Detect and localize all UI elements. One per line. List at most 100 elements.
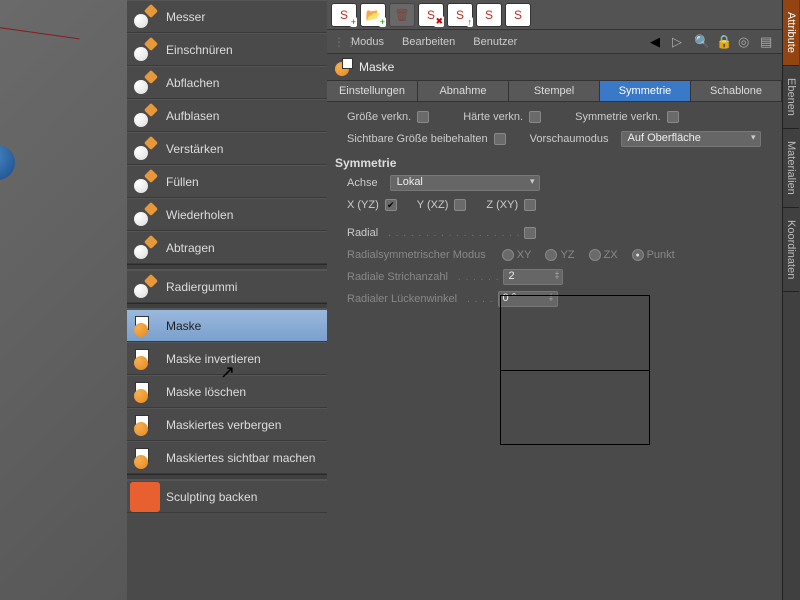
- dots: . . . .: [467, 294, 493, 305]
- tool-label: Verstärken: [166, 142, 223, 156]
- checkbox-y-xz[interactable]: [454, 199, 466, 211]
- tool-label: Aufblasen: [166, 109, 219, 123]
- dots: . . . . . . . . . . . . . . . . . .: [388, 228, 520, 239]
- tag-s1-button[interactable]: S: [476, 3, 502, 27]
- radio-yz: [545, 249, 557, 261]
- select-vorschaumodus[interactable]: Auf Oberfläche: [621, 131, 761, 147]
- side-tab-attribute[interactable]: Attribute: [783, 0, 799, 66]
- new-tag-button[interactable]: S+: [331, 3, 357, 27]
- tool-verstaerken[interactable]: Verstärken: [127, 132, 327, 165]
- tool-label: Maske löschen: [166, 385, 246, 399]
- label-achse: Achse: [347, 177, 378, 189]
- section-symmetrie: Symmetrie: [335, 156, 774, 170]
- checkbox-haerte-verkn[interactable]: [529, 111, 541, 123]
- tool-einschnueren[interactable]: Einschnüren: [127, 33, 327, 66]
- tab-symmetrie[interactable]: Symmetrie: [600, 81, 691, 101]
- select-achse[interactable]: Lokal: [390, 175, 540, 191]
- forward-icon[interactable]: ▷: [672, 34, 688, 50]
- label-vorschaumodus: Vorschaumodus: [530, 133, 609, 145]
- tool-label: Einschnüren: [166, 43, 233, 57]
- label-lueckenwinkel: Radialer Lückenwinkel: [347, 293, 457, 305]
- lock-icon[interactable]: 🔒: [716, 34, 732, 50]
- tool-abtragen[interactable]: Abtragen: [127, 231, 327, 264]
- tool-label: Radiergummi: [166, 280, 237, 294]
- search-icon[interactable]: 🔍: [694, 34, 710, 50]
- attribute-tabs: Einstellungen Abnahme Stempel Symmetrie …: [327, 80, 782, 102]
- grip-icon: ⋮⋮: [333, 35, 343, 49]
- tool-fuellen[interactable]: Füllen: [127, 165, 327, 198]
- sculpt-tools-panel: Messer Einschnüren Abflachen Aufblasen V…: [127, 0, 327, 600]
- label-symmetrie-verkn: Symmetrie verkn.: [575, 111, 661, 123]
- checkbox-groesse-verkn[interactable]: [417, 111, 429, 123]
- tool-eraser[interactable]: Radiergummi: [127, 270, 327, 303]
- cursor-icon: [220, 362, 234, 380]
- side-tab-ebenen[interactable]: Ebenen: [783, 66, 799, 129]
- tool-label: Füllen: [166, 175, 199, 189]
- tool-label: Messer: [166, 10, 205, 24]
- tool-label: Wiederholen: [166, 208, 233, 222]
- label-rad-punkt: Punkt: [647, 249, 675, 261]
- tool-label: Maskiertes sichtbar machen: [166, 451, 315, 465]
- label-strichzahl: Radiale Strichanzahl: [347, 271, 448, 283]
- menu-benutzer[interactable]: Benutzer: [473, 36, 517, 48]
- tool-maske[interactable]: Maske: [127, 309, 327, 342]
- checkbox-radial[interactable]: [524, 227, 536, 239]
- radio-xy: [502, 249, 514, 261]
- tag-up-button[interactable]: S↑: [447, 3, 473, 27]
- menu-bearbeiten[interactable]: Bearbeiten: [402, 36, 455, 48]
- checkbox-symmetrie-verkn[interactable]: [667, 111, 679, 123]
- object-header: Maske: [327, 54, 782, 80]
- tab-einstellungen[interactable]: Einstellungen: [327, 81, 418, 101]
- tool-label: Maskiertes verbergen: [166, 418, 281, 432]
- tab-stempel[interactable]: Stempel: [509, 81, 600, 101]
- tag-s2-button[interactable]: S: [505, 3, 531, 27]
- label-rad-yz: YZ: [560, 249, 574, 261]
- viewport-3d[interactable]: [0, 0, 127, 600]
- tab-abnahme[interactable]: Abnahme: [418, 81, 509, 101]
- dots: . . . . . .: [458, 272, 500, 283]
- tab-schablone[interactable]: Schablone: [691, 81, 782, 101]
- tool-wiederholen[interactable]: Wiederholen: [127, 198, 327, 231]
- side-tabs: Attribute Ebenen Materialien Koordinaten: [782, 0, 800, 600]
- side-tab-materialien[interactable]: Materialien: [783, 129, 799, 208]
- label-radial-modus: Radialsymmetrischer Modus: [347, 249, 486, 261]
- mode-bar: ⋮⋮ Modus Bearbeiten Benutzer ◀ ▷ 🔍 🔒 ◎ ▤: [327, 30, 782, 54]
- checkbox-x-yz[interactable]: [385, 199, 397, 211]
- target-icon[interactable]: ◎: [738, 34, 754, 50]
- icon-toolbar: S+ 📂+ 🗑 S✖ S↑ S S: [327, 0, 782, 30]
- label-y-xz: Y (XZ): [417, 199, 449, 211]
- open-button[interactable]: 📂+: [360, 3, 386, 27]
- checkbox-sichtbare-groesse[interactable]: [494, 133, 506, 145]
- side-tab-koordinaten[interactable]: Koordinaten: [783, 208, 799, 292]
- radio-punkt: [632, 249, 644, 261]
- radio-zx: [589, 249, 601, 261]
- label-sichtbare-groesse: Sichtbare Größe beibehalten: [347, 133, 488, 145]
- tool-label: Abtragen: [166, 241, 215, 255]
- input-strichzahl[interactable]: 2: [503, 269, 563, 285]
- remove-tag-button[interactable]: S✖: [418, 3, 444, 27]
- tool-abflachen[interactable]: Abflachen: [127, 66, 327, 99]
- delete-button: 🗑: [389, 3, 415, 27]
- tool-aufblasen[interactable]: Aufblasen: [127, 99, 327, 132]
- tool-label: Maske: [166, 319, 201, 333]
- label-rad-zx: ZX: [604, 249, 618, 261]
- properties-body: Größe verkn. Härte verkn. Symmetrie verk…: [327, 102, 782, 314]
- mask-object-icon: [335, 58, 353, 76]
- tool-label: Abflachen: [166, 76, 219, 90]
- label-radial: Radial: [347, 227, 378, 239]
- checkbox-z-xy[interactable]: [524, 199, 536, 211]
- back-icon[interactable]: ◀: [650, 34, 666, 50]
- tool-sculpting-backen[interactable]: Sculpting backen: [127, 480, 327, 513]
- tool-label: Maske invertieren: [166, 352, 261, 366]
- tool-maskiertes-sichtbar[interactable]: Maskiertes sichtbar machen: [127, 441, 327, 474]
- menu-modus[interactable]: Modus: [351, 36, 384, 48]
- label-rad-xy: XY: [517, 249, 532, 261]
- label-haerte-verkn: Härte verkn.: [463, 111, 523, 123]
- menu-icon[interactable]: ▤: [760, 34, 776, 50]
- tool-messer[interactable]: Messer: [127, 0, 327, 33]
- tool-label: Sculpting backen: [166, 490, 257, 504]
- symmetry-preview: [500, 295, 650, 445]
- label-groesse-verkn: Größe verkn.: [347, 111, 411, 123]
- tool-maskiertes-verbergen[interactable]: Maskiertes verbergen: [127, 408, 327, 441]
- label-z-xy: Z (XY): [486, 199, 518, 211]
